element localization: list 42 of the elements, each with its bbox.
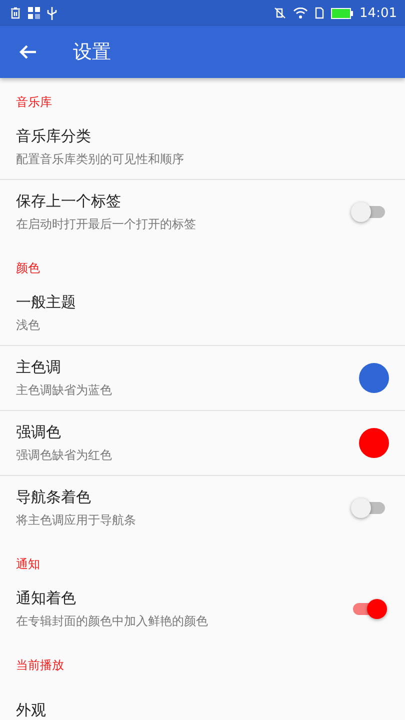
setting-description: 浅色 — [16, 316, 41, 334]
wifi-icon — [292, 7, 308, 19]
setting-title: 导航条着色 — [16, 488, 92, 506]
section-header: 当前播放 — [15, 657, 65, 674]
toggle-switch[interactable] — [351, 599, 387, 619]
setting-title: 外观 — [16, 700, 46, 720]
setting-description: 配置音乐库类别的可见性和顺序 — [16, 150, 184, 168]
settings-item[interactable]: 主色调 主色调缺省为蓝色 — [0, 346, 405, 410]
trash-icon — [10, 7, 21, 19]
sim-icon — [314, 7, 324, 19]
setting-description: 主色调缺省为蓝色 — [16, 382, 112, 398]
settings-item[interactable]: 外观 — [0, 678, 405, 720]
battery-icon — [330, 8, 353, 18]
setting-description: 在专辑封面的颜色中加入鲜艳的颜色 — [16, 612, 208, 630]
usb-icon — [47, 6, 57, 20]
grid-icon — [28, 7, 40, 19]
vibrate-off-icon — [274, 7, 286, 19]
settings-item[interactable]: 通知着色 在专辑封面的颜色中加入鲜艳的颜色 — [0, 577, 405, 641]
setting-title: 一般主题 — [16, 292, 76, 312]
setting-title: 主色调 — [16, 358, 62, 376]
settings-item[interactable]: 导航条着色 将主色调应用于导航条 — [0, 476, 405, 540]
settings-item[interactable]: 保存上一个标签 在启动时打开最后一个打开的标签 — [0, 180, 405, 244]
toggle-switch[interactable] — [351, 498, 387, 518]
setting-description: 将主色调应用于导航条 — [16, 512, 136, 528]
section-header: 音乐库 — [15, 94, 53, 111]
section-header: 通知 — [15, 556, 41, 573]
setting-title: 音乐库分类 — [16, 126, 92, 146]
toggle-switch[interactable] — [351, 202, 387, 222]
color-swatch[interactable] — [359, 428, 389, 458]
setting-title: 通知着色 — [16, 588, 77, 608]
setting-title: 保存上一个标签 — [16, 192, 122, 210]
back-arrow-icon[interactable] — [19, 44, 37, 60]
settings-item[interactable]: 强调色 强调色缺省为红色 — [0, 411, 405, 475]
setting-description: 在启动时打开最后一个打开的标签 — [16, 216, 196, 232]
settings-item[interactable]: 音乐库分类 配置音乐库类别的可见性和顺序 — [0, 115, 405, 179]
section-header: 颜色 — [15, 260, 41, 277]
setting-title: 强调色 — [16, 422, 62, 442]
color-swatch[interactable] — [359, 363, 389, 393]
setting-description: 强调色缺省为红色 — [16, 446, 112, 464]
settings-item[interactable]: 一般主题 浅色 — [0, 281, 405, 345]
clock-time: 14:01 — [360, 6, 397, 20]
screen-title: 设置 — [73, 40, 111, 65]
